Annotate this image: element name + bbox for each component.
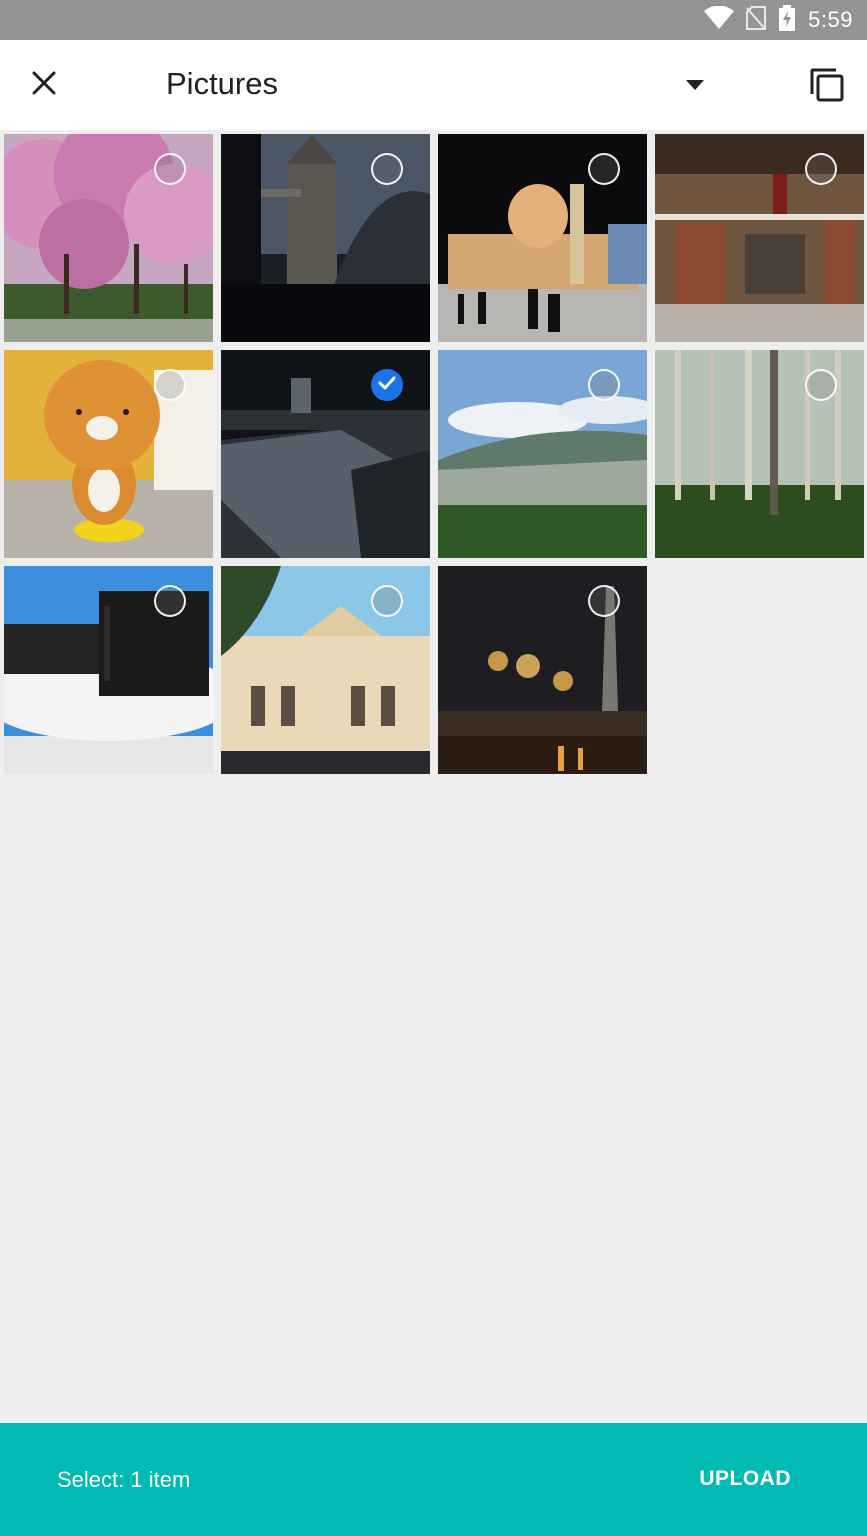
select-circle[interactable]	[805, 153, 837, 185]
check-icon	[378, 376, 396, 395]
page-title: Pictures	[166, 66, 278, 101]
no-sim-icon	[746, 5, 767, 35]
select-circle[interactable]	[588, 585, 620, 617]
photo-tile[interactable]	[4, 134, 213, 342]
album-dropdown-button[interactable]	[674, 66, 716, 106]
select-circle[interactable]	[588, 369, 620, 401]
battery-charging-icon	[778, 4, 796, 36]
select-circle[interactable]	[805, 369, 837, 401]
photo-tile[interactable]	[221, 134, 430, 342]
photo-grid	[4, 134, 867, 774]
select-circle[interactable]	[154, 585, 186, 617]
photo-tile[interactable]	[438, 134, 647, 342]
photo-tile[interactable]	[438, 350, 647, 558]
copy-icon	[810, 68, 844, 107]
photo-tile[interactable]	[221, 566, 430, 774]
upload-button[interactable]: UPLOAD	[699, 1467, 791, 1491]
select-circle[interactable]	[154, 153, 186, 185]
photo-tile[interactable]	[221, 350, 430, 558]
photo-tile[interactable]	[438, 566, 647, 774]
selection-count: Select: 1 item	[57, 1467, 191, 1492]
toolbar: Pictures	[0, 40, 867, 130]
wifi-icon	[704, 5, 735, 35]
dropdown-arrow-icon	[686, 77, 704, 95]
status-bar: 5:59	[0, 0, 867, 40]
photo-tile[interactable]	[655, 134, 864, 342]
select-circle[interactable]	[154, 369, 186, 401]
select-circle[interactable]	[371, 585, 403, 617]
photo-tile[interactable]	[4, 566, 213, 774]
select-circle[interactable]	[588, 153, 620, 185]
bottom-bar: Select: 1 item UPLOAD	[0, 1423, 867, 1536]
close-icon	[31, 70, 57, 101]
status-time: 5:59	[808, 7, 853, 32]
select-circle-checked[interactable]	[371, 369, 403, 401]
copy-button[interactable]	[804, 64, 850, 110]
select-circle[interactable]	[371, 153, 403, 185]
photo-tile[interactable]	[655, 350, 864, 558]
photo-tile[interactable]	[4, 350, 213, 558]
close-button[interactable]	[22, 63, 66, 107]
